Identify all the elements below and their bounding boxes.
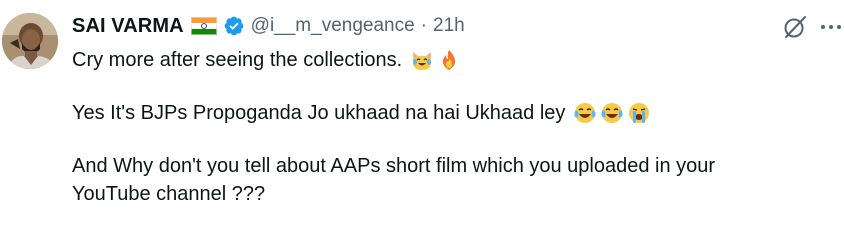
grok-icon[interactable] bbox=[781, 13, 809, 41]
verified-badge-icon[interactable] bbox=[223, 15, 245, 37]
tweet-line-1-text: Cry more after seeing the collections. bbox=[72, 49, 403, 71]
tweet-line-1: Cry more after seeing the collections. bbox=[72, 46, 832, 74]
fire-emoji bbox=[437, 48, 461, 72]
loudly-crying-emoji bbox=[627, 101, 651, 125]
tweet-line-2-text: Yes It's BJPs Propoganda Jo ukhaad na ha… bbox=[72, 102, 566, 124]
tweet-header: SAI VARMA @i__m_vengeance · 21h bbox=[72, 12, 465, 40]
tears-of-joy-cat-emoji bbox=[410, 48, 434, 72]
tweet-line-4-text: YouTube channel ??? bbox=[72, 183, 266, 205]
india-flag-icon bbox=[190, 17, 217, 35]
tears-of-joy-emoji bbox=[600, 101, 624, 125]
display-name[interactable]: SAI VARMA bbox=[72, 15, 184, 38]
tweet-line-3: And Why don't you tell about AAPs short … bbox=[72, 152, 832, 180]
user-handle[interactable]: @i__m_vengeance bbox=[251, 15, 415, 37]
more-options-icon[interactable] bbox=[820, 20, 842, 34]
tweet-line-3-text: And Why don't you tell about AAPs short … bbox=[72, 155, 716, 177]
separator-dot: · bbox=[420, 15, 427, 36]
avatar-image bbox=[2, 13, 58, 69]
tweet-line-2: Yes It's BJPs Propoganda Jo ukhaad na ha… bbox=[72, 99, 832, 127]
timestamp[interactable]: 21h bbox=[433, 15, 465, 37]
avatar[interactable] bbox=[2, 13, 58, 69]
tweet[interactable]: SAI VARMA @i__m_vengeance · 21h Cry more… bbox=[0, 0, 844, 240]
tweet-line-4: YouTube channel ??? bbox=[72, 180, 832, 208]
tweet-text: Cry more after seeing the collections. Y… bbox=[72, 46, 832, 208]
tears-of-joy-emoji bbox=[573, 101, 597, 125]
